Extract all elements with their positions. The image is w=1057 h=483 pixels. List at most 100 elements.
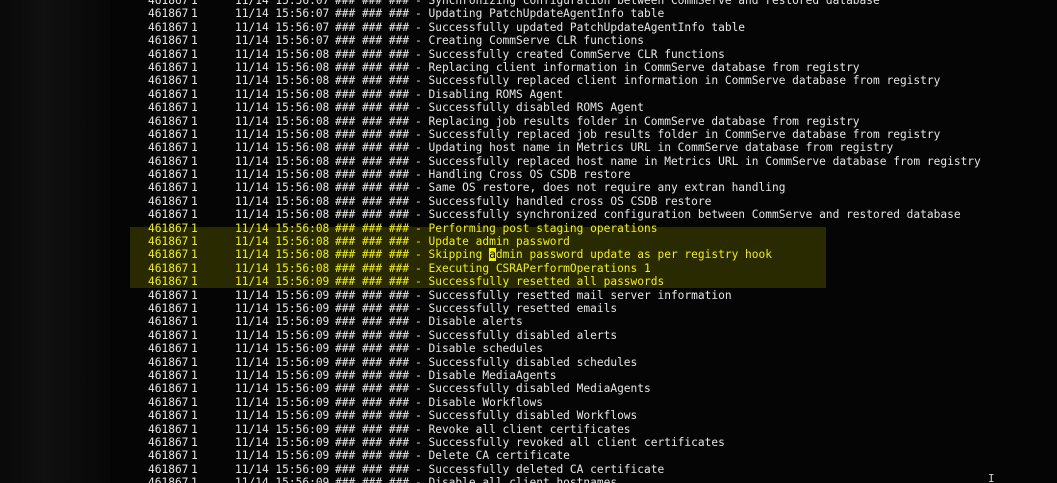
log-thread: 1 <box>191 74 198 88</box>
log-timestamp: 11/14 15:56:09 <box>235 422 330 436</box>
log-line: 461867 1 11/14 15:56:07 ### ### ### - Synchr… <box>148 0 981 7</box>
log-timestamp: 11/14 15:56:08 <box>235 87 330 101</box>
log-message: - Successfully disabled MediaAgents <box>415 382 651 396</box>
log-thread: 1 <box>191 114 198 128</box>
log-line: 461867 1 11/14 15:56:09 ### ### ### - Disabl… <box>148 396 981 409</box>
log-timestamp: 11/14 15:56:09 <box>235 368 330 382</box>
log-message: - Synchronizing configuration between Co… <box>415 0 880 7</box>
log-timestamp: 11/14 15:56:08 <box>235 127 330 141</box>
log-timestamp: 11/14 15:56:07 <box>235 0 330 7</box>
log-timestamp: 11/14 15:56:09 <box>235 328 330 342</box>
log-message: - Handling Cross OS CSDB restore <box>415 168 631 182</box>
log-message: - Successfully synchronized configuratio… <box>415 208 961 222</box>
log-message: - Successfully deleted CA certificate <box>415 462 665 476</box>
log-line: 461867 1 11/14 15:56:08 ### ### ### - Succes… <box>148 128 981 141</box>
log-timestamp: 11/14 15:56:08 <box>235 194 330 208</box>
log-line: 461867 1 11/14 15:56:09 ### ### ### - Succes… <box>148 356 981 369</box>
log-masked-fields: ### ### ### <box>335 141 410 155</box>
log-line: 461867 1 11/14 15:56:09 ### ### ### - Succes… <box>148 436 981 449</box>
log-pid: 461867 <box>148 476 189 483</box>
log-thread: 1 <box>191 395 198 409</box>
log-pid: 461867 <box>148 342 189 356</box>
log-line: 461867 1 11/14 15:56:07 ### ### ### - Creati… <box>148 34 981 47</box>
log-masked-fields: ### ### ### <box>335 435 410 449</box>
log-line: 461867 1 11/14 15:56:08 ### ### ### - Handli… <box>148 168 981 181</box>
log-timestamp: 11/14 15:56:08 <box>235 261 330 275</box>
log-thread: 1 <box>191 261 198 275</box>
log-message: - Successfully replaced host name in Met… <box>415 154 981 168</box>
log-message: - Successfully handled cross OS CSDB res… <box>415 194 712 208</box>
log-message: - Skipping admin password update as per … <box>415 248 772 262</box>
log-thread: 1 <box>191 315 198 329</box>
log-masked-fields: ### ### ### <box>335 449 410 463</box>
log-message-pre: - Skipping <box>415 248 490 262</box>
log-line: 461867 1 11/14 15:56:08 ### ### ### - Succes… <box>148 101 981 114</box>
log-masked-fields: ### ### ### <box>335 0 410 7</box>
log-pid: 461867 <box>148 261 189 275</box>
log-thread: 1 <box>191 462 198 476</box>
log-thread: 1 <box>191 301 198 315</box>
log-message: - Successfully revoked all client certif… <box>415 435 725 449</box>
log-pid: 461867 <box>148 101 189 115</box>
log-masked-fields: ### ### ### <box>335 301 410 315</box>
log-thread: 1 <box>191 141 198 155</box>
log-line: 461867 1 11/14 15:56:09 ### ### ### - Disabl… <box>148 342 981 355</box>
log-thread: 1 <box>191 34 198 48</box>
log-masked-fields: ### ### ### <box>335 20 410 34</box>
log-pid: 461867 <box>148 409 189 423</box>
log-pid: 461867 <box>148 382 189 396</box>
log-masked-fields: ### ### ### <box>335 409 410 423</box>
log-masked-fields: ### ### ### <box>335 368 410 382</box>
log-thread: 1 <box>191 422 198 436</box>
log-message-post: dmin password update as per registry hoo… <box>495 248 772 262</box>
log-line: 461867 1 11/14 15:56:08 ### ### ### - Updati… <box>148 141 981 154</box>
log-timestamp: 11/14 15:56:08 <box>235 154 330 168</box>
log-timestamp: 11/14 15:56:07 <box>235 7 330 21</box>
log-line: 461867 1 11/14 15:56:09 ### ### ### - Disabl… <box>148 476 981 483</box>
log-message: - Disable alerts <box>415 315 523 329</box>
log-output[interactable]: 461867 1 11/14 15:56:07 ### ### ### - Synchr… <box>148 0 981 483</box>
log-pid: 461867 <box>148 315 189 329</box>
log-masked-fields: ### ### ### <box>335 194 410 208</box>
terminal-window[interactable]: 461867 1 11/14 15:56:07 ### ### ### - Synchr… <box>0 0 1057 483</box>
log-timestamp: 11/14 15:56:09 <box>235 288 330 302</box>
log-line: 461867 1 11/14 15:56:08 ### ### ### - Succes… <box>148 195 981 208</box>
log-masked-fields: ### ### ### <box>335 181 410 195</box>
log-message: - Successfully disabled schedules <box>415 355 638 369</box>
log-thread: 1 <box>191 101 198 115</box>
log-timestamp: 11/14 15:56:09 <box>235 395 330 409</box>
log-line: 461867 1 11/14 15:56:08 ### ### ### - Update… <box>148 235 981 248</box>
log-masked-fields: ### ### ### <box>335 422 410 436</box>
log-message: - Successfully resetted mail server info… <box>415 288 732 302</box>
log-timestamp: 11/14 15:56:09 <box>235 449 330 463</box>
log-message: - Successfully replaced job results fold… <box>415 127 941 141</box>
log-masked-fields: ### ### ### <box>335 87 410 101</box>
log-timestamp: 11/14 15:56:08 <box>235 208 330 222</box>
log-masked-fields: ### ### ### <box>335 476 410 483</box>
log-timestamp: 11/14 15:56:09 <box>235 462 330 476</box>
log-masked-fields: ### ### ### <box>335 328 410 342</box>
log-line: 461867 1 11/14 15:56:08 ### ### ### - Disabl… <box>148 88 981 101</box>
log-masked-fields: ### ### ### <box>335 60 410 74</box>
log-pid: 461867 <box>148 395 189 409</box>
log-timestamp: 11/14 15:56:08 <box>235 60 330 74</box>
log-line: 461867 1 11/14 15:56:09 ### ### ### - Succes… <box>148 463 981 476</box>
log-thread: 1 <box>191 208 198 222</box>
log-thread: 1 <box>191 476 198 483</box>
log-pid: 461867 <box>148 74 189 88</box>
log-message: - Delete CA certificate <box>415 449 570 463</box>
log-message: - Executing CSRAPerformOperations 1 <box>415 261 651 275</box>
log-masked-fields: ### ### ### <box>335 7 410 21</box>
log-thread: 1 <box>191 248 198 262</box>
log-line: 461867 1 11/14 15:56:09 ### ### ### - Revoke… <box>148 423 981 436</box>
log-masked-fields: ### ### ### <box>335 342 410 356</box>
log-thread: 1 <box>191 328 198 342</box>
log-line: 461867 1 11/14 15:56:09 ### ### ### - Delete… <box>148 449 981 462</box>
log-line: 461867 1 11/14 15:56:09 ### ### ### - Succes… <box>148 275 981 288</box>
log-message: - Performing post staging operations <box>415 221 658 235</box>
log-message: - Disable Workflows <box>415 395 543 409</box>
log-pid: 461867 <box>148 114 189 128</box>
log-line: 461867 1 11/14 15:56:09 ### ### ### - Disabl… <box>148 369 981 382</box>
log-thread: 1 <box>191 168 198 182</box>
log-timestamp: 11/14 15:56:09 <box>235 355 330 369</box>
